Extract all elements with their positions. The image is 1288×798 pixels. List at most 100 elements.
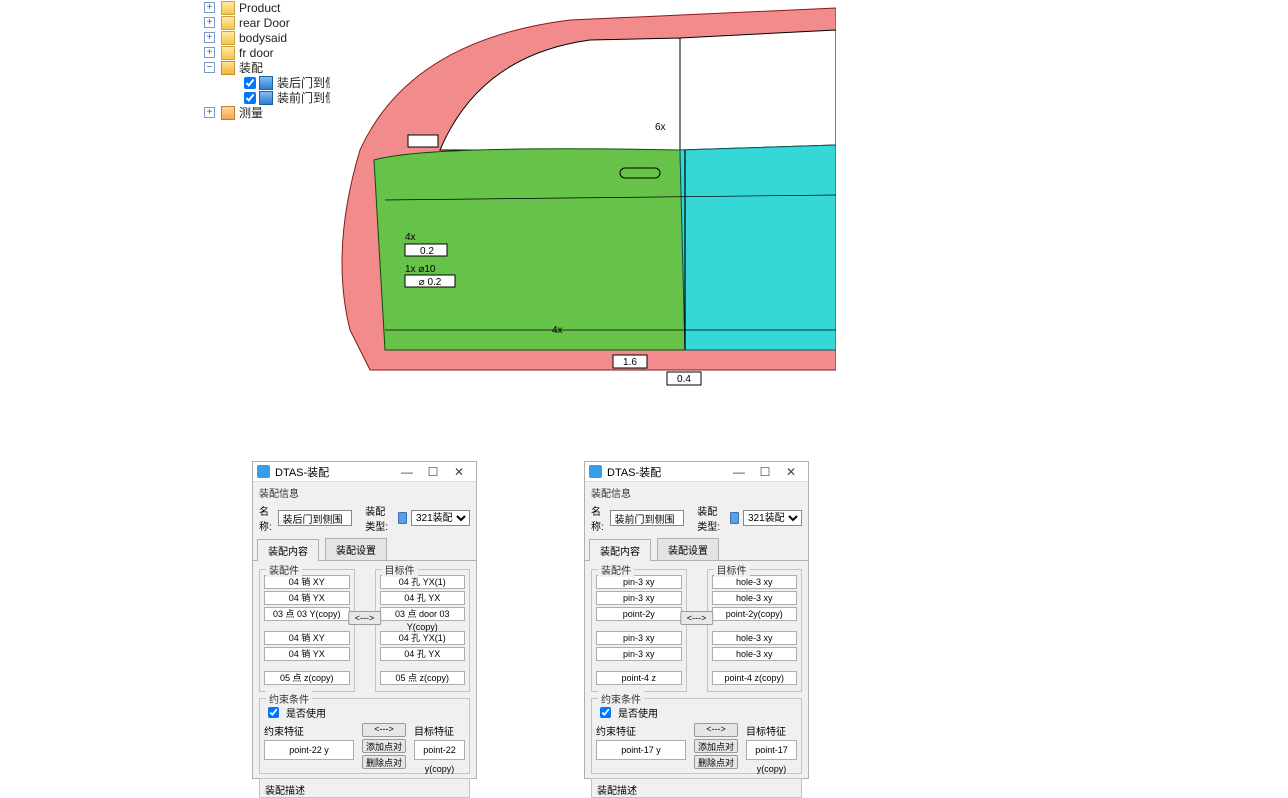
- tree-label: Product: [239, 1, 280, 15]
- minimize-button[interactable]: —: [394, 465, 420, 479]
- list-item[interactable]: point-4 z: [596, 671, 682, 685]
- tree-label: 测量: [239, 104, 263, 121]
- list-item[interactable]: point-4 z(copy): [712, 671, 798, 685]
- add-pair-button[interactable]: 添加点对: [694, 739, 738, 753]
- tree-label: rear Door: [239, 16, 290, 30]
- list-item[interactable]: 03 点 03 Y(copy): [264, 607, 350, 621]
- constraint-value[interactable]: point-17 y: [596, 740, 686, 760]
- list-item[interactable]: 04 孔 YX(1): [380, 631, 466, 645]
- expand-icon[interactable]: +: [204, 107, 215, 118]
- list-item[interactable]: 04 销 YX: [264, 591, 350, 605]
- use-checkbox[interactable]: [600, 707, 611, 718]
- annot: 4x: [552, 325, 563, 336]
- list-item[interactable]: 03 点 door 03 Y(copy): [380, 607, 466, 621]
- type-icon: [730, 512, 739, 524]
- name-input[interactable]: [610, 510, 684, 526]
- titlebar[interactable]: DTAS-装配 — ☐ ✕: [253, 462, 476, 482]
- collapse-icon[interactable]: −: [204, 62, 215, 73]
- list-item[interactable]: 04 孔 YX: [380, 591, 466, 605]
- tree-checkbox[interactable]: [244, 92, 256, 104]
- tree-label: 装配: [239, 59, 263, 76]
- name-label: 名称:: [259, 503, 274, 533]
- desc-label: 装配描述: [259, 778, 470, 798]
- constraint-feature-label: 约束特征: [596, 723, 686, 738]
- list-item[interactable]: 04 孔 YX: [380, 647, 466, 661]
- annot: 1.6: [623, 357, 637, 368]
- window-title: DTAS-装配: [607, 464, 726, 480]
- maximize-button[interactable]: ☐: [420, 465, 446, 479]
- tree-checkbox[interactable]: [244, 77, 256, 89]
- titlebar[interactable]: DTAS-装配 — ☐ ✕: [585, 462, 808, 482]
- list-item[interactable]: point-2y(copy): [712, 607, 798, 621]
- tab-content[interactable]: 装配内容: [257, 539, 319, 561]
- folder-icon: [221, 16, 235, 30]
- tabs: 装配内容 装配设置: [585, 538, 808, 561]
- annot: 1x ⌀10: [405, 264, 436, 275]
- close-button[interactable]: ✕: [778, 465, 804, 479]
- app-icon: [589, 465, 602, 478]
- list-item[interactable]: hole-3 xy: [712, 631, 798, 645]
- 3d-viewport[interactable]: 4x 0.2 1x ⌀10 ⌀ 0.2 4x 0.2 6x 1.6 0.4: [330, 0, 836, 390]
- constraint-value[interactable]: point-22 y: [264, 740, 354, 760]
- list-item[interactable]: point-2y: [596, 607, 682, 621]
- measure-icon: [221, 106, 235, 120]
- tab-content[interactable]: 装配内容: [589, 539, 651, 561]
- annot: ⌀ 0.2: [419, 277, 442, 288]
- expand-icon[interactable]: +: [204, 32, 215, 43]
- list-item[interactable]: 05 点 z(copy): [264, 671, 350, 685]
- expand-icon[interactable]: +: [204, 2, 215, 13]
- list-item[interactable]: hole-3 xy: [712, 591, 798, 605]
- left-group-title: 装配件: [598, 562, 634, 577]
- list-item[interactable]: hole-3 xy: [712, 647, 798, 661]
- tab-settings[interactable]: 装配设置: [325, 538, 387, 560]
- list-item[interactable]: pin-3 xy: [596, 647, 682, 661]
- use-checkbox[interactable]: [268, 707, 279, 718]
- type-label: 装配类型:: [697, 503, 726, 533]
- del-pair-button[interactable]: 删除点对: [694, 755, 738, 769]
- name-label: 名称:: [591, 503, 606, 533]
- desc-label: 装配描述: [591, 778, 802, 798]
- expand-icon[interactable]: +: [204, 47, 215, 58]
- type-combo[interactable]: 321装配: [411, 510, 470, 526]
- use-label: 是否使用: [618, 705, 658, 720]
- tree-label: bodysaid: [239, 31, 287, 45]
- info-section-label: 装配信息: [585, 482, 808, 502]
- assembly-icon: [221, 61, 235, 75]
- type-combo[interactable]: 321装配: [743, 510, 802, 526]
- info-section-label: 装配信息: [253, 482, 476, 502]
- annot: 6x: [655, 122, 666, 133]
- window-title: DTAS-装配: [275, 464, 394, 480]
- list-item[interactable]: pin-3 xy: [596, 575, 682, 589]
- maximize-button[interactable]: ☐: [752, 465, 778, 479]
- add-pair-button[interactable]: 添加点对: [362, 739, 406, 753]
- folder-icon: [221, 1, 235, 15]
- swap-button[interactable]: <--->: [348, 611, 382, 625]
- right-group-title: 目标件: [382, 562, 418, 577]
- dtas-dialog-2: DTAS-装配 — ☐ ✕ 装配信息 名称: 装配类型: 321装配 装配内容 …: [584, 461, 809, 779]
- list-item[interactable]: 04 销 YX: [264, 647, 350, 661]
- list-item[interactable]: pin-3 xy: [596, 591, 682, 605]
- annot: 0.2: [420, 246, 434, 257]
- list-item[interactable]: pin-3 xy: [596, 631, 682, 645]
- folder-icon: [221, 31, 235, 45]
- swap-button[interactable]: <--->: [680, 611, 714, 625]
- swap-pair-button[interactable]: <--->: [694, 723, 738, 737]
- expand-icon[interactable]: +: [204, 17, 215, 28]
- constraint-group-title: 约束条件: [598, 691, 644, 706]
- use-label: 是否使用: [286, 705, 326, 720]
- name-input[interactable]: [278, 510, 352, 526]
- operation-icon: [259, 76, 273, 90]
- list-item[interactable]: 05 点 z(copy): [380, 671, 466, 685]
- target-value[interactable]: point-22 y(copy): [414, 740, 465, 760]
- list-item[interactable]: 04 销 XY: [264, 631, 350, 645]
- target-value[interactable]: point-17 y(copy): [746, 740, 797, 760]
- tabs: 装配内容 装配设置: [253, 538, 476, 561]
- close-button[interactable]: ✕: [446, 465, 472, 479]
- minimize-button[interactable]: —: [726, 465, 752, 479]
- tab-settings[interactable]: 装配设置: [657, 538, 719, 560]
- swap-pair-button[interactable]: <--->: [362, 723, 406, 737]
- list-item[interactable]: 04 孔 YX(1): [380, 575, 466, 589]
- del-pair-button[interactable]: 删除点对: [362, 755, 406, 769]
- list-item[interactable]: hole-3 xy: [712, 575, 798, 589]
- list-item[interactable]: 04 销 XY: [264, 575, 350, 589]
